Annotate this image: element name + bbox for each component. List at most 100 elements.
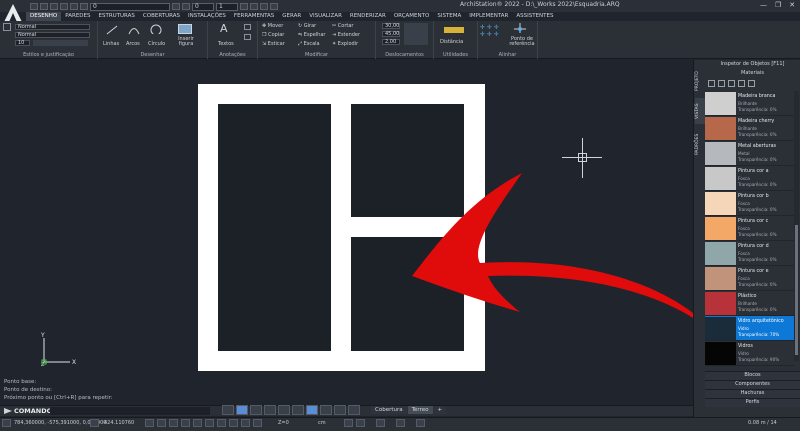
material-new-icon[interactable] xyxy=(708,80,715,87)
tab-implementar[interactable]: IMPLEMENTAR xyxy=(465,12,512,21)
grid-toggle[interactable] xyxy=(157,419,166,427)
align-grid-icon[interactable]: ✛ ✛ ✛ ✛ ✛ ✛ xyxy=(480,24,506,44)
otrack-toggle[interactable] xyxy=(205,419,214,427)
line-weight-selector[interactable]: 0 xyxy=(192,2,214,11)
window-view-icon[interactable] xyxy=(250,405,262,415)
command-input[interactable] xyxy=(50,407,210,415)
polar-toggle[interactable] xyxy=(181,419,190,427)
lines-icon[interactable] xyxy=(106,25,118,35)
light-view-icon[interactable] xyxy=(278,405,290,415)
offset-input-1[interactable]: 30,00 xyxy=(382,23,400,29)
open-file-icon[interactable] xyxy=(40,3,48,10)
maximize-button[interactable]: ❐ xyxy=(775,1,781,9)
justification-buttons[interactable] xyxy=(33,40,88,46)
home-view-icon[interactable] xyxy=(236,405,248,415)
eye-view-icon[interactable] xyxy=(264,405,276,415)
distance-icon[interactable] xyxy=(444,27,464,33)
tab-ferramentas[interactable]: FERRAMENTAS xyxy=(230,12,278,21)
close-button[interactable]: ✕ xyxy=(789,1,795,9)
lines-button[interactable]: Linhas xyxy=(103,41,119,47)
glass-pane-left[interactable] xyxy=(218,104,331,351)
material-item[interactable]: Metal aberturas Metal Transparência: 0% xyxy=(705,141,794,166)
snap-icon[interactable] xyxy=(240,3,248,10)
orbit-view-icon[interactable] xyxy=(334,405,346,415)
style-value-input[interactable]: 10 xyxy=(15,40,30,46)
dynamic-input-toggle[interactable] xyxy=(229,419,238,427)
zoom-view-icon[interactable] xyxy=(348,405,360,415)
material-item[interactable]: Pintura cor a Fosca Transparência: 0% xyxy=(705,166,794,191)
material-delete-icon[interactable] xyxy=(748,80,755,87)
minimize-button[interactable]: — xyxy=(760,1,767,9)
section-componentes[interactable]: Componentes xyxy=(705,380,800,389)
glass-pane-bottom-right[interactable] xyxy=(351,237,464,351)
redo-icon[interactable] xyxy=(80,3,88,10)
reference-point-icon[interactable] xyxy=(514,23,526,33)
tab-coberturas[interactable]: COBERTURAS xyxy=(139,12,184,21)
style-select-2[interactable]: Normal xyxy=(15,32,90,38)
mirror-button[interactable]: ⇋ Espelhar xyxy=(298,32,325,38)
tab-desenho[interactable]: DESENHO xyxy=(26,12,62,21)
tab-paredes[interactable]: PAREDES xyxy=(61,12,94,21)
offset-input-3[interactable]: 2,00 xyxy=(382,39,400,45)
tab-instalacoes[interactable]: INSTALAÇÕES xyxy=(184,12,230,21)
section-hachuras[interactable]: Hachuras xyxy=(705,389,800,398)
units-selector[interactable]: cm xyxy=(318,420,326,426)
tab-visualizar[interactable]: VISUALIZAR xyxy=(305,12,346,21)
material-item[interactable]: Vidros Vidro Transparência: 90% xyxy=(705,341,794,366)
print-icon[interactable] xyxy=(60,3,68,10)
color-icon[interactable] xyxy=(182,3,190,10)
trim-button[interactable]: ✂ Cortar xyxy=(332,23,353,29)
display-settings-icon[interactable] xyxy=(416,419,425,427)
explode-button[interactable]: ✶ Explodir xyxy=(332,41,358,47)
grid-settings-icon[interactable] xyxy=(396,419,405,427)
layer-selector[interactable]: 0 xyxy=(90,2,170,11)
scale-button[interactable]: ⤢ Escala xyxy=(298,41,320,47)
material-item[interactable]: Pintura cor e Fosca Transparência: 0% xyxy=(705,266,794,291)
text-icon[interactable]: A xyxy=(220,22,228,35)
distance-button[interactable]: Distância xyxy=(440,39,463,45)
tab-terreo[interactable]: Térreo xyxy=(407,406,433,414)
material-item[interactable]: Pintura cor c Fosca Transparência: 0% xyxy=(705,216,794,241)
glass-pane-top-right[interactable] xyxy=(351,104,464,217)
save-icon[interactable] xyxy=(50,3,58,10)
reference-point-button[interactable]: Ponto de referência xyxy=(508,37,536,47)
tab-renderizar[interactable]: RENDERIZAR xyxy=(346,12,390,21)
layer-lock-toggle[interactable] xyxy=(253,419,262,427)
tab-assistentes[interactable]: ASSISTENTES xyxy=(512,12,557,21)
rotate-button[interactable]: ↻ Girar xyxy=(298,23,316,29)
pan-view-icon[interactable] xyxy=(320,405,332,415)
style-picker-icon[interactable] xyxy=(3,23,11,31)
tab-estruturas[interactable]: ESTRUTURAS xyxy=(95,12,139,21)
new-file-icon[interactable] xyxy=(30,3,38,10)
side-tab-projeto[interactable]: PROJETO xyxy=(695,66,705,96)
ortho-toggle[interactable] xyxy=(169,419,178,427)
layer-tools-icon[interactable] xyxy=(172,3,180,10)
insert-image-button[interactable]: Inserir figura xyxy=(175,37,197,47)
side-tab-vistas[interactable]: VISTAS xyxy=(695,98,705,124)
help-icon[interactable] xyxy=(270,3,278,10)
material-open-icon[interactable] xyxy=(718,80,725,87)
osnap-toggle[interactable] xyxy=(193,419,202,427)
osnap-settings-icon[interactable] xyxy=(376,419,385,427)
linetype-selector[interactable]: 1 xyxy=(216,2,238,11)
extend-button[interactable]: ⇥ Estender xyxy=(332,32,360,38)
offset-arrows-icon[interactable] xyxy=(404,23,428,45)
text-button[interactable]: Textos xyxy=(218,41,234,47)
selection-toggle[interactable] xyxy=(241,419,250,427)
stretch-button[interactable]: ⇲ Esticar xyxy=(262,41,285,47)
section-blocos[interactable]: Blocos xyxy=(705,371,800,380)
copy-button[interactable]: ❐ Copiar xyxy=(262,32,284,38)
side-tab-padroes[interactable]: PADRÕES xyxy=(695,128,705,160)
undo-icon[interactable] xyxy=(70,3,78,10)
material-item[interactable]: Plástico Brilhante Transparência: 0% xyxy=(705,291,794,316)
ortho-icon[interactable] xyxy=(250,3,258,10)
material-save-icon[interactable] xyxy=(728,80,735,87)
add-layout-button[interactable]: + xyxy=(433,406,447,414)
material-item[interactable]: Pintura cor b Fosca Transparência: 0% xyxy=(705,191,794,216)
lineweight-toggle[interactable] xyxy=(217,419,226,427)
scrollbar-thumb[interactable] xyxy=(795,225,798,355)
dimension-icon[interactable] xyxy=(244,24,251,30)
circle-icon[interactable] xyxy=(150,24,162,34)
move-button[interactable]: ✥ Mover xyxy=(262,23,283,29)
material-item[interactable]: Vidro arquitetônico Vidro Transparência: 7… xyxy=(705,316,794,341)
